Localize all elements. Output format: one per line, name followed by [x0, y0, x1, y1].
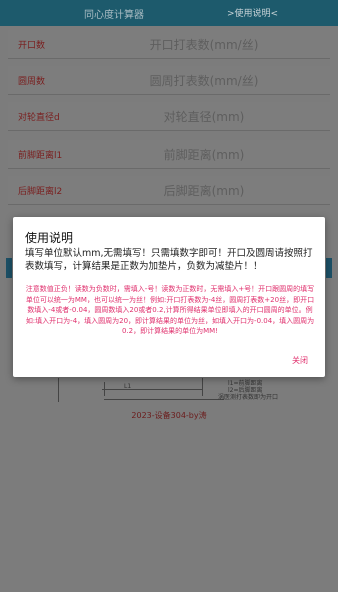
dialog-note: 注意数值正负！读数为负数时，需填入-号！读数为正数时，无需填入+号！开口跟圆周的…	[25, 285, 315, 335]
dialog-body: 填写单位默认mm,无需填写！只需填数字即可！开口及圆周请按照打表数填写，计算结果…	[25, 248, 313, 272]
dialog-title: 使用说明	[25, 231, 74, 245]
dialog-close-button[interactable]: 关闭	[292, 355, 308, 366]
instructions-dialog: 使用说明 填写单位默认mm,无需填写！只需填数字即可！开口及圆周请按照打表数填写…	[13, 217, 325, 377]
